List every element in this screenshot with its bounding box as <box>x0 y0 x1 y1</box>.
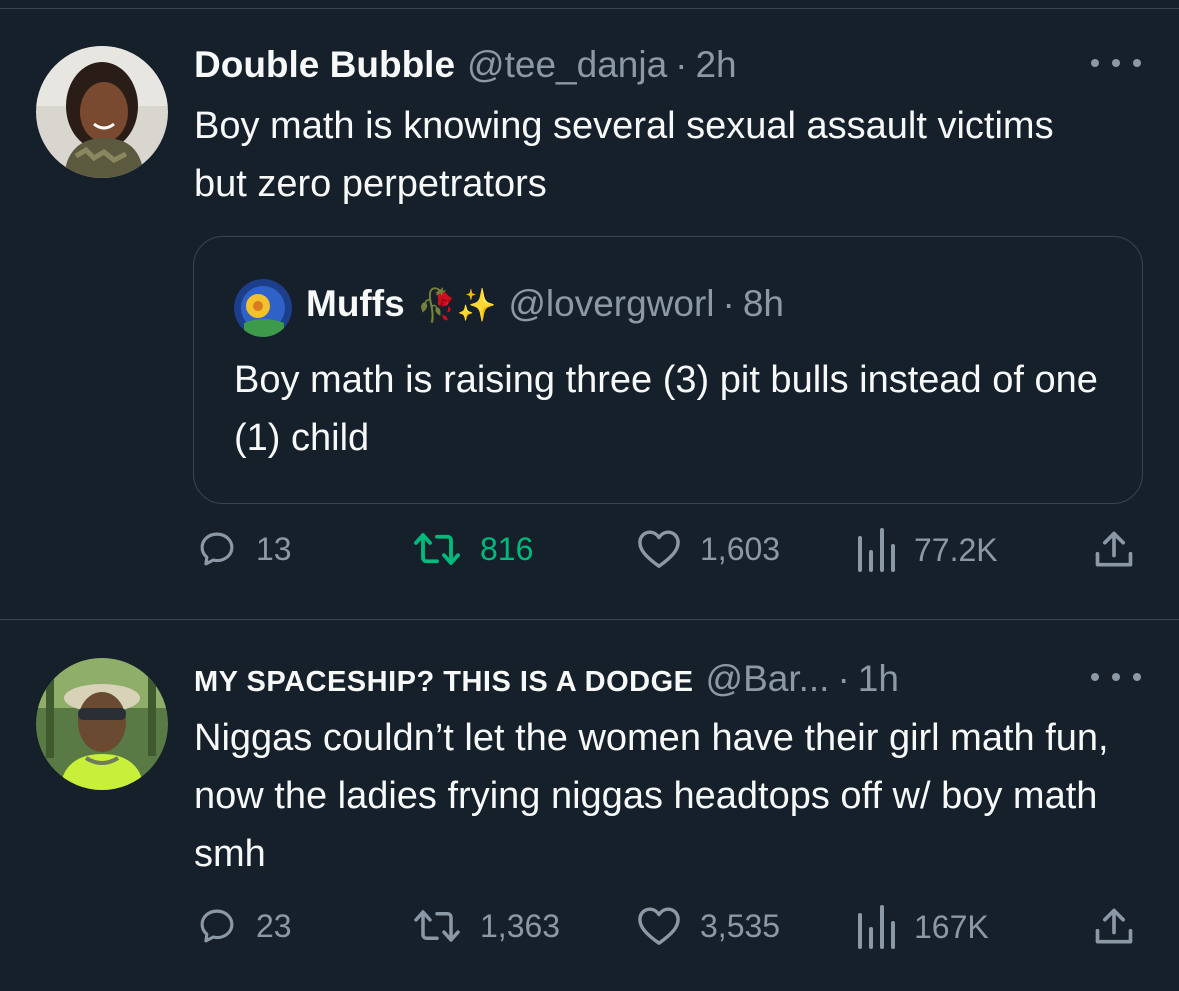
retweet-count: 816 <box>480 530 534 567</box>
author-name[interactable]: MY SPACESHIP? THIS IS A DODGE <box>194 666 694 699</box>
view-count: 167K <box>914 908 989 945</box>
speech-bubble-icon <box>200 909 234 943</box>
views-button[interactable]: 167K <box>856 905 989 949</box>
author-handle[interactable]: @Bar... <box>706 658 830 700</box>
like-button[interactable]: 3,535 <box>636 905 780 947</box>
like-count: 3,535 <box>700 907 781 944</box>
bar-chart-icon <box>858 528 895 572</box>
upload-share-icon <box>1095 908 1133 944</box>
reply-count: 13 <box>256 530 292 567</box>
heart-icon <box>638 530 680 568</box>
retweet-arrows-icon <box>414 910 460 942</box>
separator-dot: · <box>837 658 850 699</box>
reply-button[interactable]: 13 <box>196 528 292 570</box>
tweet-header: MY SPACESHIP? THIS IS A DODGE @Bar... · … <box>194 658 899 700</box>
tweet-actions: 23 1,363 3,535 167K <box>0 905 1179 955</box>
tweet-text: Niggas couldn’t let the women have their… <box>194 717 1109 875</box>
views-button[interactable]: 77.2K <box>856 528 998 572</box>
more-dots-icon[interactable] <box>1091 667 1141 687</box>
heart-icon <box>638 907 680 945</box>
retweet-count: 1,363 <box>480 907 561 944</box>
like-count: 1,603 <box>700 530 781 567</box>
share-button[interactable] <box>1092 905 1136 949</box>
share-button[interactable] <box>1092 528 1136 572</box>
retweet-arrows-icon <box>414 533 460 565</box>
timestamp[interactable]: 1h <box>858 658 899 700</box>
tweet[interactable]: MY SPACESHIP? THIS IS A DODGE @Bar... · … <box>0 0 1179 949</box>
retweet-button[interactable]: 816 <box>412 528 533 570</box>
speech-bubble-icon <box>200 532 234 566</box>
avatar[interactable] <box>36 658 168 790</box>
view-count: 77.2K <box>914 531 998 568</box>
reply-button[interactable]: 23 <box>196 905 292 947</box>
like-button[interactable]: 1,603 <box>636 528 780 570</box>
retweet-button[interactable]: 1,363 <box>412 905 560 947</box>
tweet-divider <box>0 619 1179 620</box>
upload-share-icon <box>1095 531 1133 567</box>
bar-chart-icon <box>858 905 895 949</box>
tweet-actions: 13 816 1,603 77.2K <box>0 528 1179 578</box>
reply-count: 23 <box>256 907 292 944</box>
